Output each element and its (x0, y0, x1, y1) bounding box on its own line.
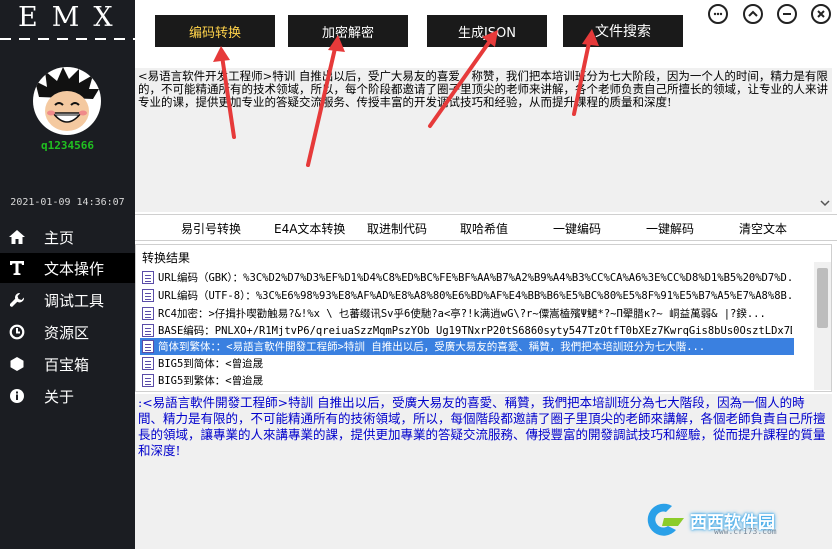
list-item[interactable]: RC4加密：>仔揖扑喫勸触易?&!%x \ 乜蕃缀讯Sv乎6使馳?a<亭?!k满… (140, 305, 792, 322)
document-icon (142, 374, 154, 387)
document-icon (142, 340, 154, 353)
nav-label: 资源区 (44, 323, 90, 342)
nav-label: 文本操作 (44, 259, 105, 278)
get-radix-code-button[interactable]: 取进制代码 (367, 220, 427, 237)
sidebar: EMX q1234566 2021-01-09 14:36:07 主页 文本操作… (0, 0, 135, 549)
encode-all-button[interactable]: 一键编码 (553, 220, 601, 237)
clock-icon (0, 324, 34, 340)
chevron-up-icon[interactable] (743, 4, 763, 24)
result-scrollbar[interactable] (814, 262, 831, 390)
clear-text-button[interactable]: 清空文本 (739, 220, 787, 237)
close-icon[interactable] (811, 4, 831, 24)
wrench-icon (0, 292, 34, 308)
get-hash-button[interactable]: 取哈希值 (460, 220, 508, 237)
watermark-url: www.cr173.com (714, 527, 777, 536)
list-item[interactable]: BIG5到简体：<曾迨晟 (140, 355, 792, 372)
nav-item-debug-tools[interactable]: 调试工具 (0, 285, 135, 315)
action-bar: 易引号转换 E4A文本转换 取进制代码 取哈希值 一键编码 一键解码 清空文本 (135, 214, 837, 241)
quote-convert-button[interactable]: 易引号转换 (181, 220, 241, 237)
scrollbar-thumb[interactable] (817, 268, 828, 328)
document-icon (142, 324, 154, 337)
nav-label: 调试工具 (44, 291, 105, 310)
source-text-area[interactable]: <易语言软件开发工程师>特训 自推出以后，受广大易友的喜爱，称赞，我们把本培训班… (135, 68, 832, 212)
nav-label: 百宝箱 (44, 355, 90, 374)
nav-label: 主页 (44, 228, 75, 247)
watermark: 西西软件园 www.cr173.com (642, 497, 818, 543)
watermark-logo-icon (647, 503, 684, 536)
scroll-down-icon[interactable] (818, 195, 832, 211)
decode-all-button[interactable]: 一键解码 (646, 220, 694, 237)
nav-item-toolbox[interactable]: 百宝箱 (0, 349, 135, 379)
top-toolbar: 编码转换 加密解密 生成JSON 文件搜索 (135, 0, 837, 62)
nav-item-home[interactable]: 主页 (0, 222, 135, 252)
nav-label: 关于 (44, 387, 75, 406)
list-item[interactable]: BASE编码：PNLXO+/R1MjtvP6/qreiuaSzzMqmPszYO… (140, 322, 792, 339)
logo-divider (0, 38, 135, 40)
info-icon (0, 388, 34, 404)
nav-item-about[interactable]: 关于 (0, 381, 135, 411)
tab-encrypt-decrypt[interactable]: 加密解密 (288, 15, 408, 47)
result-list: 转换结果 URL编码（GBK）：%3C%D2%D7%D3%EF%D1%D4%C8… (135, 244, 832, 392)
e4a-convert-button[interactable]: E4A文本转换 (274, 220, 345, 237)
document-icon (142, 307, 154, 320)
document-icon (142, 357, 154, 370)
nav-item-resources[interactable]: 资源区 (0, 317, 135, 347)
nav-item-text-operations[interactable]: 文本操作 (0, 253, 135, 283)
document-icon (142, 289, 154, 302)
text-icon (0, 260, 34, 276)
tab-generate-json[interactable]: 生成JSON (427, 15, 547, 47)
username: q1234566 (41, 139, 94, 152)
avatar[interactable] (33, 67, 101, 135)
chat-icon[interactable] (708, 4, 728, 24)
tab-file-search[interactable]: 文件搜索 (563, 15, 683, 47)
home-icon (0, 229, 34, 245)
list-item[interactable]: URL编码（GBK）：%3C%D2%D7%D3%EF%D1%D4%C8%ED%B… (140, 269, 792, 286)
tab-encoding-convert[interactable]: 编码转换 (155, 15, 275, 47)
hexagon-icon (0, 356, 34, 372)
app-logo: EMX (18, 2, 127, 33)
minimize-icon[interactable] (777, 4, 797, 24)
result-list-header: 转换结果 (142, 251, 191, 265)
list-item[interactable]: BIG5到繁体：<曾迨晟 (140, 372, 792, 389)
list-item[interactable]: URL编码（UTF-8）：%3C%E6%98%93%E8%AF%AD%E8%A8… (140, 287, 792, 304)
datetime-display: 2021-01-09 14:36:07 (10, 197, 125, 208)
document-icon (142, 271, 154, 284)
list-item-selected[interactable]: 简体到繁体：：<易語言軟件開發工程師>特訓 自推出以后，受廣大易友的喜愛、稱贊，… (140, 338, 794, 355)
